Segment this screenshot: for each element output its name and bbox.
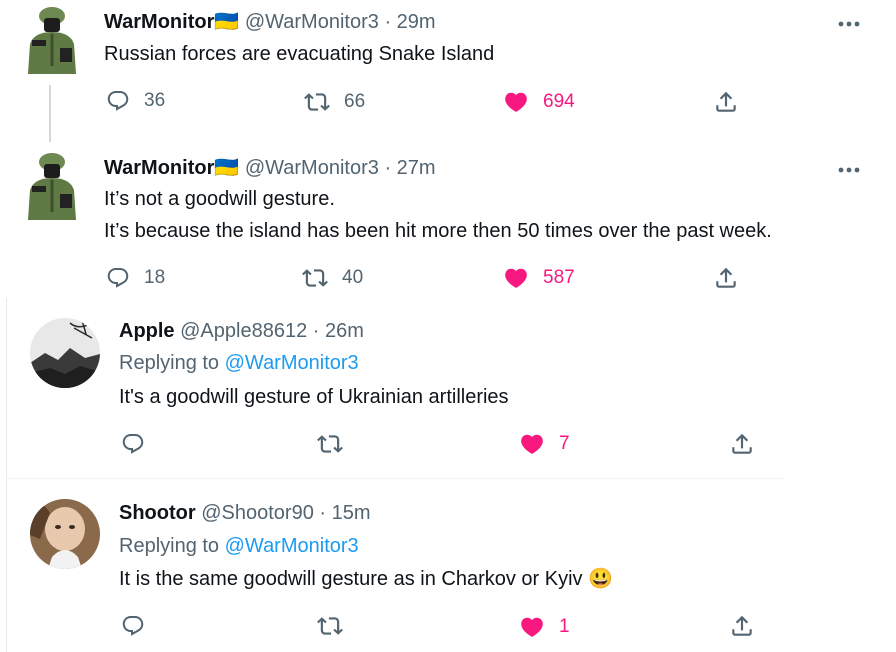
tweet-header: WarMonitor🇺🇦 @WarMonitor3 · 29m [104, 9, 436, 34]
flag-icon: 🇺🇦 [214, 157, 240, 179]
like-count: 7 [559, 433, 570, 454]
like-count: 587 [543, 267, 575, 288]
mention-link[interactable]: @WarMonitor3 [225, 352, 359, 374]
landscape-avatar-icon [30, 318, 100, 388]
reply-button[interactable]: 36 [106, 89, 165, 113]
tweet[interactable]: WarMonitor🇺🇦 @WarMonitor3 · 29m Russian … [0, 0, 896, 142]
retweet-icon [317, 613, 343, 639]
tweet-text: It's a goodwill gesture of Ukrainian art… [119, 386, 509, 408]
tweet[interactable]: WarMonitor🇺🇦 @WarMonitor3 · 27m It’s not… [0, 142, 896, 298]
display-name[interactable]: WarMonitor [104, 11, 214, 33]
more-icon[interactable] [836, 16, 862, 27]
baby-avatar-icon [30, 499, 100, 569]
tweet-text: Russian forces are evacuating Snake Isla… [104, 43, 495, 65]
like-button[interactable]: 1 [519, 614, 570, 640]
like-count: 1 [559, 616, 570, 637]
reply-tweet[interactable]: Apple @Apple88612 · 26m Replying to @War… [0, 298, 784, 478]
handle[interactable]: @Apple88612 [180, 320, 307, 342]
soldier-avatar-icon [28, 153, 76, 220]
share-button[interactable] [729, 431, 755, 457]
handle[interactable]: @Shootor90 [201, 502, 314, 524]
reply-icon [121, 432, 145, 456]
timestamp[interactable]: · 15m [319, 502, 370, 524]
avatar[interactable] [30, 499, 100, 569]
replying-to: Replying to @WarMonitor3 [119, 352, 359, 375]
tweet-header: Shootor @Shootor90 · 15m [119, 502, 371, 525]
soldier-avatar-icon [28, 7, 76, 74]
retweet-icon [304, 89, 330, 115]
share-button[interactable] [713, 89, 739, 115]
timestamp[interactable]: · 27m [384, 157, 435, 179]
display-name[interactable]: Apple [119, 320, 175, 342]
replying-prefix: Replying to [119, 535, 220, 557]
retweet-count: 40 [342, 267, 364, 288]
reply-tweet[interactable]: Shootor @Shootor90 · 15m Replying to @Wa… [0, 480, 784, 652]
timestamp[interactable]: · 29m [384, 11, 435, 33]
like-icon [519, 431, 545, 457]
share-icon [713, 89, 739, 115]
share-icon [729, 613, 755, 639]
avatar[interactable] [22, 150, 80, 222]
like-button[interactable]: 587 [503, 265, 575, 291]
tweet-header: WarMonitor🇺🇦 @WarMonitor3 · 27m [104, 155, 436, 180]
tweet-text: It is the same goodwill gesture as in Ch… [119, 568, 614, 590]
reply-button[interactable] [121, 614, 145, 638]
retweet-icon [317, 431, 343, 457]
divider [6, 478, 784, 479]
display-name[interactable]: Shootor [119, 502, 196, 524]
reply-count: 18 [144, 267, 166, 288]
timestamp[interactable]: · 26m [313, 320, 364, 342]
like-icon [519, 614, 545, 640]
reply-button[interactable] [121, 432, 145, 456]
handle[interactable]: @WarMonitor3 [245, 11, 379, 33]
retweet-count: 66 [344, 91, 366, 112]
share-icon [729, 431, 755, 457]
replying-prefix: Replying to [119, 352, 220, 374]
share-button[interactable] [713, 265, 739, 291]
share-button[interactable] [729, 613, 755, 639]
like-icon [503, 89, 529, 115]
mention-link[interactable]: @WarMonitor3 [225, 535, 359, 557]
display-name[interactable]: WarMonitor [104, 157, 214, 179]
tweet-text: It’s not a goodwill gesture. It’s becaus… [104, 188, 772, 242]
reply-count: 36 [144, 90, 166, 111]
handle[interactable]: @WarMonitor3 [245, 157, 379, 179]
tweet-header: Apple @Apple88612 · 26m [119, 320, 364, 343]
avatar[interactable] [30, 318, 100, 388]
reply-icon [106, 89, 130, 113]
retweet-button[interactable]: 66 [304, 89, 365, 115]
retweet-button[interactable] [317, 613, 343, 639]
reply-icon [106, 266, 130, 290]
replying-to: Replying to @WarMonitor3 [119, 535, 359, 558]
retweet-button[interactable] [317, 431, 343, 457]
thread-line [49, 85, 51, 142]
like-count: 694 [543, 91, 575, 112]
like-button[interactable]: 7 [519, 431, 570, 457]
reply-button[interactable]: 18 [106, 266, 165, 290]
like-icon [503, 265, 529, 291]
share-icon [713, 265, 739, 291]
avatar[interactable] [22, 4, 80, 76]
retweet-button[interactable]: 40 [302, 265, 363, 291]
flag-icon: 🇺🇦 [214, 11, 240, 33]
smiley-emoji-icon: 😃 [588, 568, 614, 590]
more-icon[interactable] [836, 162, 862, 173]
like-button[interactable]: 694 [503, 89, 575, 115]
reply-icon [121, 614, 145, 638]
retweet-icon [302, 265, 328, 291]
